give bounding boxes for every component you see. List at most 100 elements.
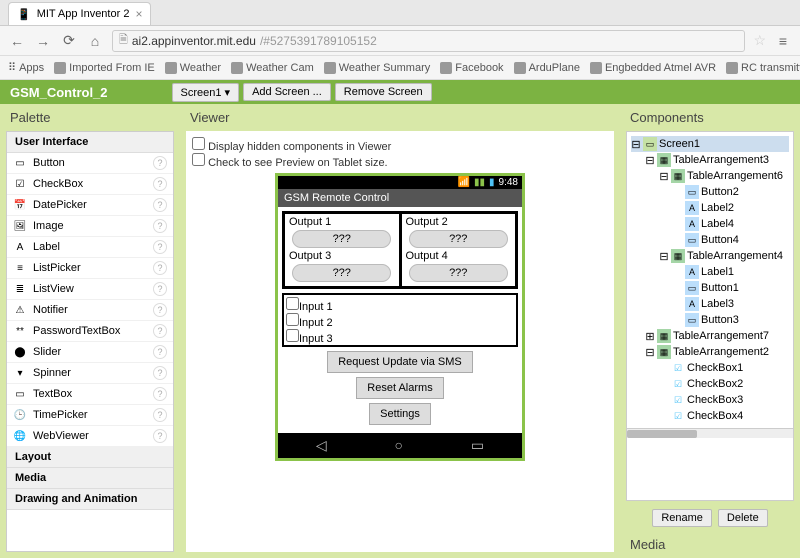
tree-button1[interactable]: ▭Button1 [673,280,789,296]
settings-button[interactable]: Settings [369,403,431,425]
phone-body[interactable]: Output 1 ??? Output 3 ??? Output 2 ??? O… [278,207,522,433]
reload-icon[interactable]: ⟳ [60,32,78,50]
bookmark-item[interactable]: Weather Cam [231,62,314,74]
tree-screen1[interactable]: ⊟▭Screen1 [631,136,789,152]
tree-button3[interactable]: ▭Button3 [673,312,789,328]
output4-button[interactable]: ??? [409,264,508,282]
palette-item-webviewer[interactable]: 🌐WebViewer? [7,426,173,447]
apps-icon[interactable]: ⠿ Apps [8,61,44,74]
palette-item-label: TextBox [33,388,72,400]
help-icon[interactable]: ? [153,240,167,254]
android-home-icon[interactable]: ○ [395,437,403,454]
add-screen-button[interactable]: Add Screen ... [243,83,331,101]
tree-tablearrangement6[interactable]: ⊟▦TableArrangement6 [659,168,789,184]
input1-checkbox[interactable]: Input 1 [286,297,514,313]
reset-alarms-button[interactable]: Reset Alarms [356,377,443,399]
palette-item-listview[interactable]: ≣ListView? [7,279,173,300]
palette-section-media[interactable]: Media [7,468,173,489]
palette-item-label: ListView [33,283,74,295]
request-update-button[interactable]: Request Update via SMS [327,351,473,373]
android-recent-icon[interactable]: ▭ [471,437,484,454]
input2-checkbox[interactable]: Input 2 [286,313,514,329]
tree-tablearrangement4[interactable]: ⊟▦TableArrangement4 [659,248,789,264]
help-icon[interactable]: ? [153,408,167,422]
help-icon[interactable]: ? [153,261,167,275]
components-scrollbar[interactable] [627,428,793,438]
output3-button[interactable]: ??? [292,264,391,282]
input4-checkbox[interactable]: Input 4 [286,345,514,347]
back-icon[interactable]: ← [8,32,26,50]
tree-checkbox1[interactable]: ☑CheckBox1 [659,360,789,376]
close-icon[interactable]: × [135,7,142,21]
help-icon[interactable]: ? [153,324,167,338]
home-icon[interactable]: ⌂ [86,32,104,50]
palette-section-drawing[interactable]: Drawing and Animation [7,489,173,510]
help-icon[interactable]: ? [153,429,167,443]
tree-label3[interactable]: ALabel3 [673,296,789,312]
help-icon[interactable]: ? [153,387,167,401]
remove-screen-button[interactable]: Remove Screen [335,83,432,101]
palette-item-listpicker[interactable]: ≡ListPicker? [7,258,173,279]
bookmark-item[interactable]: Imported From IE [54,62,155,74]
palette-item-timepicker[interactable]: 🕒TimePicker? [7,405,173,426]
palette-section-layout[interactable]: Layout [7,447,173,468]
tree-label1[interactable]: ALabel1 [673,264,789,280]
output4-label: Output 4 [404,250,514,262]
tree-label4[interactable]: ALabel4 [673,216,789,232]
help-icon[interactable]: ? [153,282,167,296]
help-icon[interactable]: ? [153,156,167,170]
bookmark-star-icon[interactable]: ☆ [753,32,766,49]
palette-item-slider[interactable]: ⬤Slider? [7,342,173,363]
browser-tab[interactable]: 📱 MIT App Inventor 2 × [8,2,151,25]
android-back-icon[interactable]: ◁ [316,437,327,454]
outputs-table[interactable]: Output 1 ??? Output 3 ??? Output 2 ??? O… [282,211,518,289]
palette-item-icon: 🕒 [13,408,27,422]
signal-icon: ▮▮ [474,177,485,188]
delete-button[interactable]: Delete [718,509,768,527]
tree-checkbox3[interactable]: ☑CheckBox3 [659,392,789,408]
opt-tablet-checkbox[interactable]: Check to see Preview on Tablet size. [192,153,391,169]
palette-item-icon: 📅 [13,198,27,212]
output2-button[interactable]: ??? [409,230,508,248]
bookmark-item[interactable]: Engbedded Atmel AVR [590,62,716,74]
viewer-canvas: Display hidden components in Viewer Chec… [186,131,614,552]
bookmark-item[interactable]: ArduPlane [514,62,580,74]
output1-button[interactable]: ??? [292,230,391,248]
rename-button[interactable]: Rename [652,509,712,527]
bookmark-item[interactable]: Weather Summary [324,62,431,74]
palette-item-passwordtextbox[interactable]: **PasswordTextBox? [7,321,173,342]
tree-label2[interactable]: ALabel2 [673,200,789,216]
help-icon[interactable]: ? [153,366,167,380]
palette-item-textbox[interactable]: ▭TextBox? [7,384,173,405]
inputs-table[interactable]: Input 1 Input 2 Input 3 Input 4 [282,293,518,347]
palette-item-label[interactable]: ALabel? [7,237,173,258]
screen-dropdown[interactable]: Screen1 ▾ [172,83,240,102]
url-bar[interactable]: 🗎 ai2.appinventor.mit.edu/#5275391789105… [112,30,745,52]
forward-icon[interactable]: → [34,32,52,50]
help-icon[interactable]: ? [153,177,167,191]
input3-checkbox[interactable]: Input 3 [286,329,514,345]
palette-item-notifier[interactable]: ⚠Notifier? [7,300,173,321]
tree-checkbox4[interactable]: ☑CheckBox4 [659,408,789,424]
help-icon[interactable]: ? [153,219,167,233]
opt-hidden-checkbox[interactable]: Display hidden components in Viewer [192,137,391,153]
palette-item-checkbox[interactable]: ☑CheckBox? [7,174,173,195]
help-icon[interactable]: ? [153,345,167,359]
palette-section-ui[interactable]: User Interface [7,132,173,153]
palette-item-datepicker[interactable]: 📅DatePicker? [7,195,173,216]
bookmark-item[interactable]: Facebook [440,62,503,74]
tree-tablearrangement3[interactable]: ⊟▦TableArrangement3 [645,152,789,168]
tree-checkbox2[interactable]: ☑CheckBox2 [659,376,789,392]
palette-item-button[interactable]: ▭Button? [7,153,173,174]
palette-item-spinner[interactable]: ▾Spinner? [7,363,173,384]
palette-item-image[interactable]: 🖼Image? [7,216,173,237]
bookmark-item[interactable]: RC transmitter [726,62,800,74]
tree-button4[interactable]: ▭Button4 [673,232,789,248]
bookmark-item[interactable]: Weather [165,62,221,74]
tree-tablearrangement2[interactable]: ⊟▦TableArrangement2 [645,344,789,360]
help-icon[interactable]: ? [153,303,167,317]
menu-icon[interactable]: ≡ [774,32,792,50]
tree-tablearrangement7[interactable]: ⊞▦TableArrangement7 [645,328,789,344]
tree-button2[interactable]: ▭Button2 [673,184,789,200]
help-icon[interactable]: ? [153,198,167,212]
